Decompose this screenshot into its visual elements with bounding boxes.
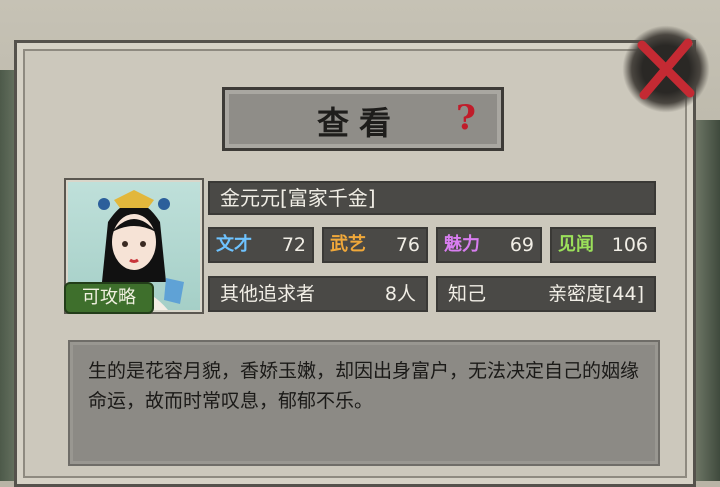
stat-knowledge-value: 106 [611, 234, 648, 256]
suitors-row: 其他追求者 8人 [208, 276, 428, 312]
attackable-badge: 可攻略 [64, 282, 154, 314]
stat-knowledge-label: 见闻 [558, 234, 594, 255]
stat-martial: 武艺 76 [322, 227, 428, 263]
stat-charm-label: 魅力 [444, 234, 480, 255]
dialog-title: 查看 [317, 104, 402, 142]
relation-row: 知己 亲密度[44] [436, 276, 656, 312]
question-icon[interactable]: ? [451, 100, 481, 136]
stat-literary-label: 文才 [216, 234, 252, 255]
stat-literary-value: 72 [281, 234, 306, 256]
stat-martial-value: 76 [395, 234, 420, 256]
stat-charm: 魅力 69 [436, 227, 542, 263]
stat-knowledge: 见闻 106 [550, 227, 656, 263]
close-icon [637, 38, 695, 100]
description-box: 生的是花容月貌，香娇玉嫩，却因出身富户，无法决定自己的姻缘命运，故而时常叹息，郁… [68, 340, 660, 466]
character-name: 金元元[富家千金] [208, 181, 656, 215]
intimacy-value: 亲密度[44] [547, 283, 644, 305]
suitors-value: 8人 [384, 283, 416, 305]
stat-literary: 文才 72 [208, 227, 314, 263]
stat-martial-label: 武艺 [330, 234, 366, 255]
relation-label: 知己 [448, 283, 487, 305]
title-plaque: 查看 ? [222, 87, 504, 151]
character-description: 生的是花容月貌，香娇玉嫩，却因出身富户，无法决定自己的姻缘命运，故而时常叹息，郁… [88, 360, 640, 412]
suitors-label: 其他追求者 [220, 283, 316, 305]
stat-charm-value: 69 [509, 234, 534, 256]
close-button[interactable] [622, 25, 710, 113]
